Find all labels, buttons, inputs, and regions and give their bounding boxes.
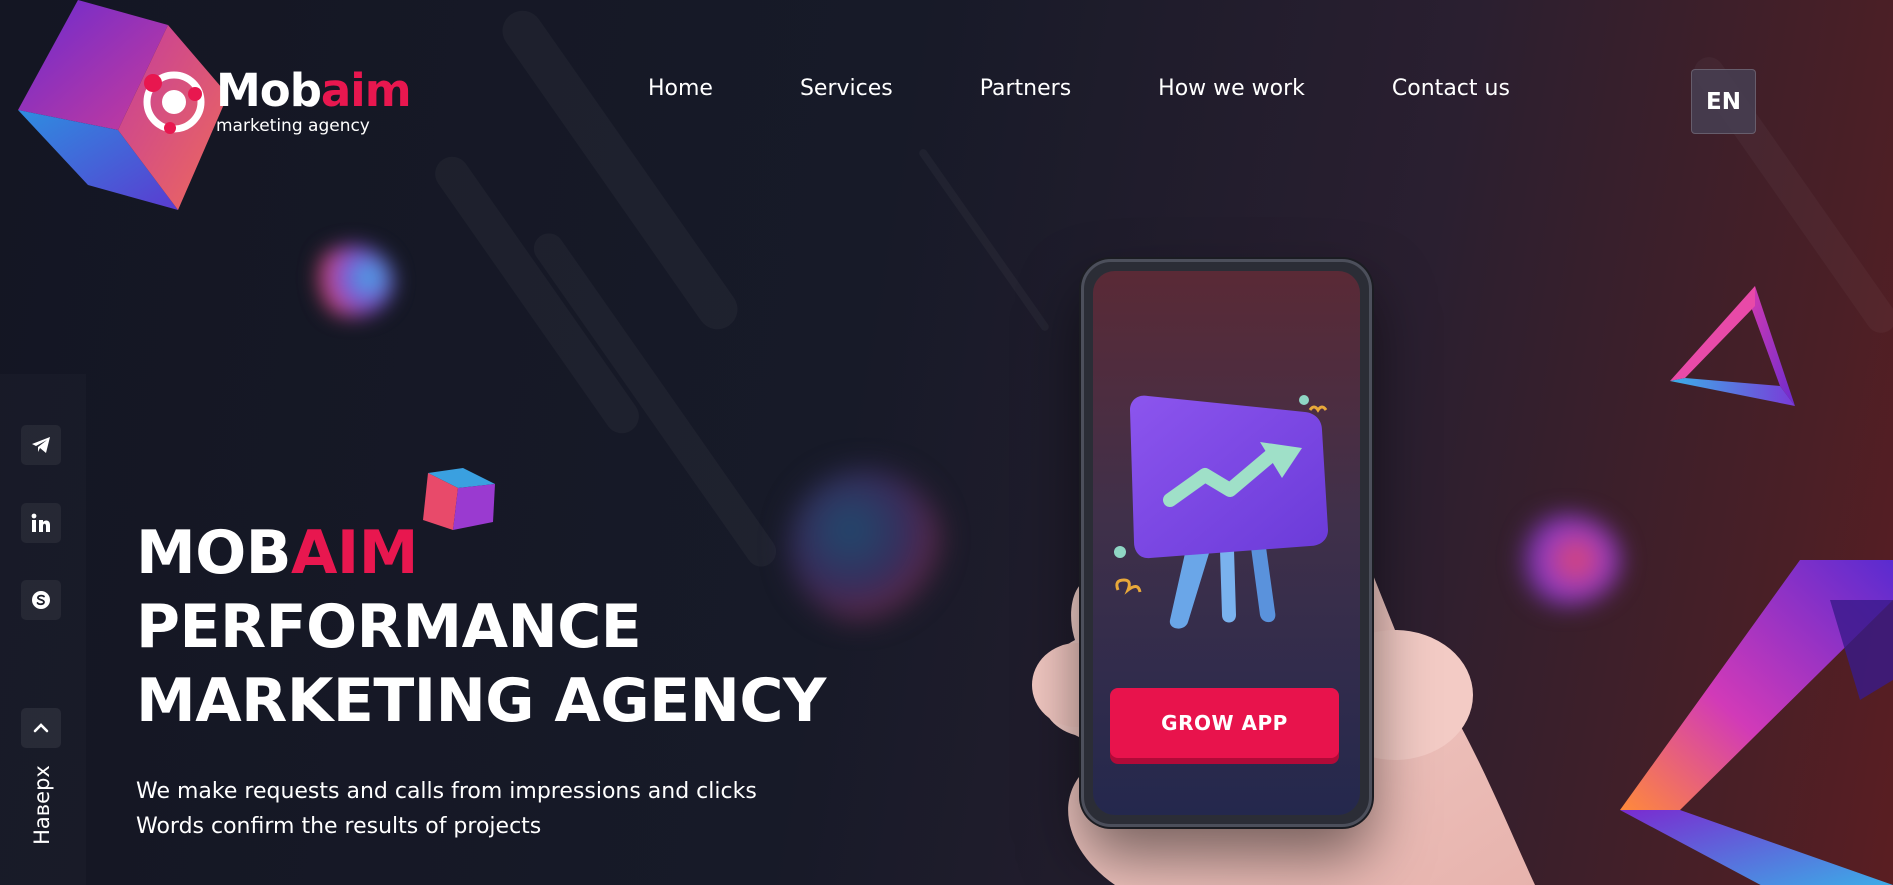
main-nav: Home Services Partners How we work Conta…: [648, 76, 1510, 101]
hero-description: We make requests and calls from impressi…: [136, 779, 757, 839]
nav-partners[interactable]: Partners: [980, 76, 1071, 101]
logo-target-icon: [138, 66, 210, 138]
linkedin-icon: [31, 513, 50, 532]
growth-chart-illustration: [1114, 395, 1328, 629]
language-switcher[interactable]: EN: [1691, 69, 1756, 134]
logo-tagline: marketing agency: [216, 116, 370, 136]
nav-services[interactable]: Services: [800, 76, 893, 101]
nav-contact-us[interactable]: Contact us: [1392, 76, 1510, 101]
linkedin-link[interactable]: [21, 503, 61, 543]
nav-home[interactable]: Home: [648, 76, 713, 101]
telegram-icon: [32, 437, 50, 453]
logo-name: Mobaim: [216, 64, 412, 117]
hero-section: Mobaim marketing agency Home Services Pa…: [0, 0, 1893, 885]
decorative-streak: [918, 148, 1051, 333]
back-to-top-label[interactable]: Наверх: [30, 765, 54, 845]
skype-link[interactable]: [21, 580, 61, 620]
logo[interactable]: Mobaim marketing agency: [138, 64, 412, 138]
telegram-link[interactable]: [21, 425, 61, 465]
large-triangle-decoration: [1620, 560, 1893, 885]
grow-app-button[interactable]: GROW APP: [1110, 688, 1339, 758]
triangle-decoration: [1670, 286, 1795, 406]
skype-icon: [32, 591, 50, 609]
hero-title: MOBAIM PERFORMANCE MARKETING AGENCY: [136, 518, 826, 736]
chevron-up-icon: [33, 723, 49, 733]
nav-how-we-work[interactable]: How we work: [1158, 76, 1305, 101]
decorative-orb: [313, 246, 393, 316]
back-to-top-button[interactable]: [21, 708, 61, 748]
